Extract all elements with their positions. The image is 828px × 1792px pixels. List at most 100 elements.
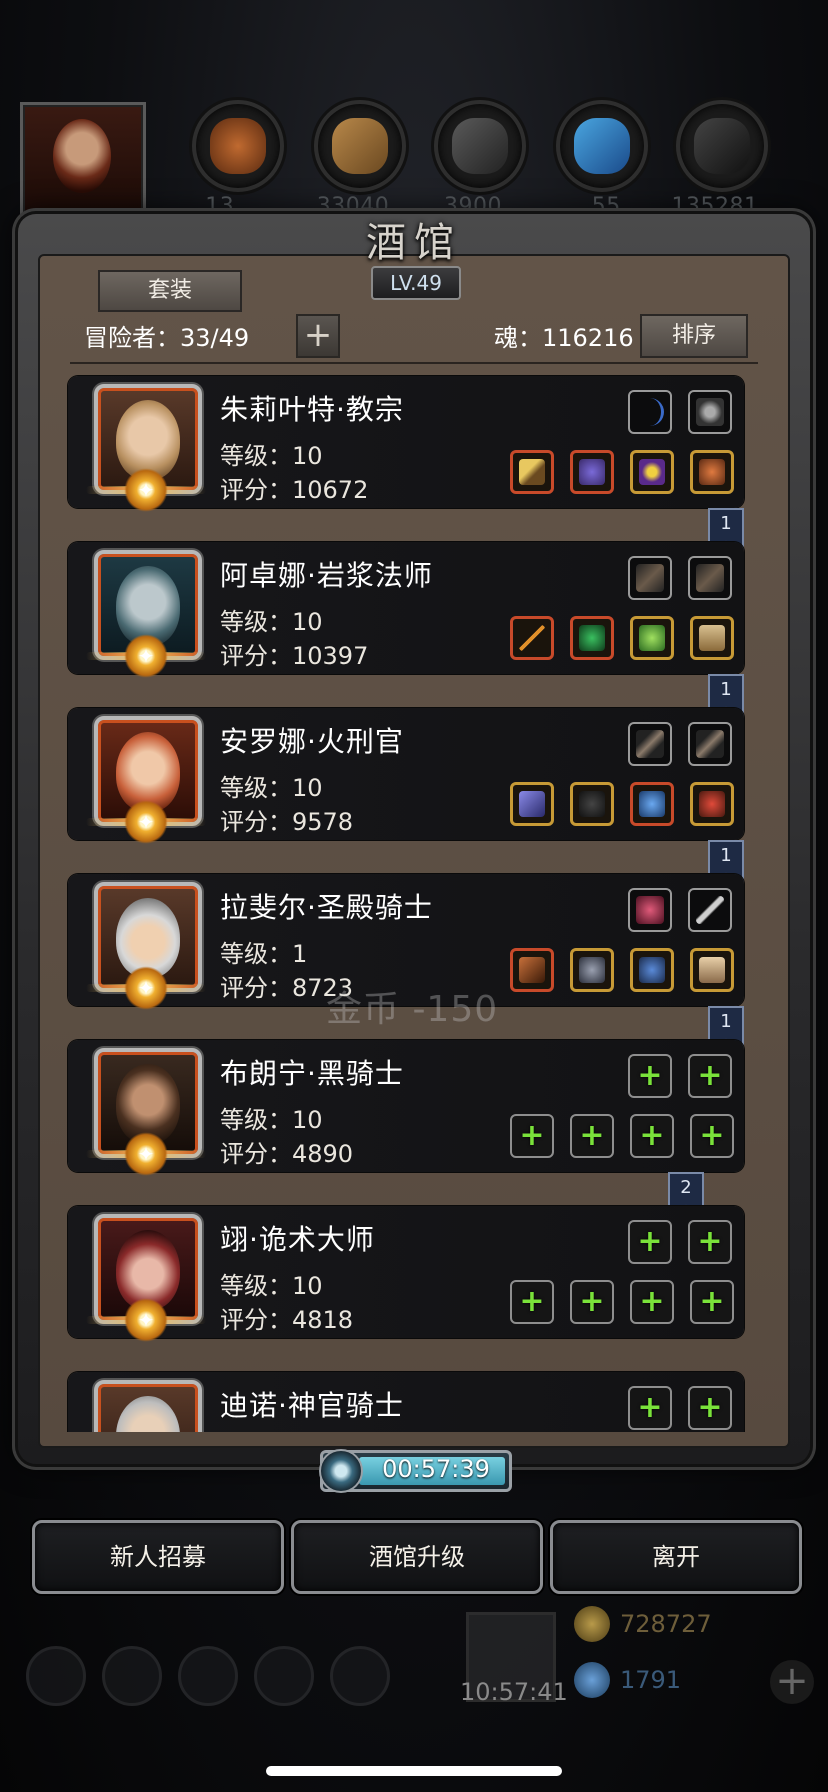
- empty-slot-add-icon[interactable]: +: [690, 1280, 734, 1324]
- gem-amount: 1791: [620, 1666, 682, 1694]
- rank-emblem-icon: ✦: [124, 468, 168, 512]
- ring-slot-icon[interactable]: [630, 616, 674, 660]
- tavern-level-badge: LV.49: [371, 266, 461, 300]
- shield-icon[interactable]: [102, 1646, 162, 1706]
- set-button[interactable]: 套装: [98, 270, 242, 312]
- hero-list[interactable]: ✦ 朱莉叶特·教宗 等级：10 评分：10672 1 ✦ 阿卓娜·岩浆法师 等级…: [56, 372, 756, 1432]
- hero-name: 朱莉叶特·教宗: [220, 393, 404, 426]
- clock-icon: [319, 1449, 363, 1493]
- castle-icon[interactable]: [178, 1646, 238, 1706]
- resource-wood-icon: [192, 100, 284, 192]
- hero-score: 评分：9578: [220, 808, 354, 836]
- ring-slot-icon[interactable]: [630, 782, 674, 826]
- gold-amount: 728727: [620, 1610, 712, 1638]
- empty-weapon-slot-add-icon[interactable]: +: [510, 1114, 554, 1158]
- accessory-slot-dagger-icon[interactable]: [688, 888, 732, 932]
- add-slot-button[interactable]: +: [296, 314, 340, 358]
- hero-name: 翊·诡术大师: [220, 1223, 375, 1256]
- rank-emblem-icon: ✦: [124, 634, 168, 678]
- gold-change-floating-text: 金币 -150: [326, 989, 499, 1030]
- scroll-slot-icon[interactable]: [690, 616, 734, 660]
- armor-slot-chest-icon[interactable]: [570, 782, 614, 826]
- home-indicator[interactable]: [266, 1766, 562, 1776]
- empty-slot-add-icon[interactable]: +: [630, 1114, 674, 1158]
- empty-slot-add-icon[interactable]: +: [688, 1054, 732, 1098]
- accessory-slot-potion-icon[interactable]: [628, 888, 672, 932]
- empty-armor-slot-add-icon[interactable]: +: [570, 1280, 614, 1324]
- ring-slot-icon[interactable]: [630, 450, 674, 494]
- add-currency-icon[interactable]: +: [770, 1660, 814, 1704]
- soul-count: 魂：116216: [494, 324, 634, 352]
- resource-iron-icon: [676, 100, 768, 192]
- empty-slot-add-icon[interactable]: +: [628, 1220, 672, 1264]
- weapon-slot-sword-icon[interactable]: [510, 782, 554, 826]
- empty-slot-add-icon[interactable]: +: [628, 1054, 672, 1098]
- recruit-button[interactable]: 新人招募: [32, 1520, 284, 1594]
- gift-timer: 10:57:41: [460, 1678, 568, 1706]
- rune-slot-icon[interactable]: [690, 948, 734, 992]
- gem-icon: [574, 1662, 610, 1698]
- resource-stone-icon: [434, 100, 526, 192]
- hero-score: 评分：4890: [220, 1140, 354, 1168]
- gold-coin-icon: [574, 1606, 610, 1642]
- resource-crystal-icon: [556, 100, 648, 192]
- empty-armor-slot-add-icon[interactable]: +: [570, 1114, 614, 1158]
- refresh-timer: 00:57:39: [319, 1449, 512, 1493]
- hero-name: 拉斐尔·圣殿骑士: [220, 891, 433, 924]
- hero-card[interactable]: 迪诺·神官骑士 + +: [68, 1372, 744, 1432]
- map-icon[interactable]: [330, 1646, 390, 1706]
- hero-level: 等级：10: [220, 774, 323, 802]
- hero-name: 阿卓娜·岩浆法师: [220, 559, 433, 592]
- mail-icon[interactable]: [254, 1646, 314, 1706]
- hero-score: 评分：10397: [220, 642, 369, 670]
- accessory-slot-bracer-icon[interactable]: [628, 556, 672, 600]
- hero-card[interactable]: ✦ 阿卓娜·岩浆法师 等级：10 评分：10397: [68, 542, 744, 678]
- relic-slot-icon[interactable]: [630, 948, 674, 992]
- armor-slot-helmet-icon[interactable]: [570, 450, 614, 494]
- empty-slot-add-icon[interactable]: +: [630, 1280, 674, 1324]
- hero-card[interactable]: ✦ 布朗宁·黑骑士 等级：10 评分：4890 + + + + + +: [68, 1040, 744, 1176]
- dialog-title: 酒馆: [366, 220, 462, 266]
- accessory-slot-feather-icon[interactable]: [688, 722, 732, 766]
- hero-score: 评分：4818: [220, 1306, 354, 1334]
- hero-level: 等级：10: [220, 1272, 323, 1300]
- empty-slot-add-icon[interactable]: +: [688, 1220, 732, 1264]
- hero-score: 评分：10672: [220, 476, 369, 504]
- accessory-slot-bracer-icon[interactable]: [688, 556, 732, 600]
- hero-card[interactable]: ✦ 安罗娜·火刑官 等级：10 评分：9578: [68, 708, 744, 844]
- accessory-slot-bow-icon[interactable]: [628, 390, 672, 434]
- accessory-slot-feather-icon[interactable]: [628, 722, 672, 766]
- leave-button[interactable]: 离开: [550, 1520, 802, 1594]
- weapon-slot-hammer-icon[interactable]: [510, 450, 554, 494]
- empty-slot-add-icon[interactable]: +: [688, 1386, 732, 1430]
- adventurer-count: 冒险者：33/49: [84, 324, 250, 352]
- hero-name: 迪诺·神官骑士: [220, 1389, 404, 1422]
- rank-emblem-icon: ✦: [124, 1298, 168, 1342]
- resource-planks-icon: [314, 100, 406, 192]
- rank-emblem-icon: ✦: [124, 966, 168, 1010]
- hero-level: 等级：10: [220, 442, 323, 470]
- player-avatar[interactable]: [20, 102, 146, 222]
- settings-icon[interactable]: [26, 1646, 86, 1706]
- hero-name: 安罗娜·火刑官: [220, 725, 404, 758]
- hero-level: 等级：10: [220, 608, 323, 636]
- empty-slot-add-icon[interactable]: +: [690, 1114, 734, 1158]
- weapon-slot-staff-icon[interactable]: [510, 616, 554, 660]
- armor-slot-robe-icon[interactable]: [570, 616, 614, 660]
- sort-button[interactable]: 排序: [640, 314, 748, 358]
- hero-card[interactable]: ✦ 朱莉叶特·教宗 等级：10 评分：10672: [68, 376, 744, 512]
- hero-level: 等级：10: [220, 1106, 323, 1134]
- armor-slot-plate-icon[interactable]: [570, 948, 614, 992]
- weapon-slot-axe-icon[interactable]: [510, 948, 554, 992]
- rank-emblem-icon: ✦: [124, 800, 168, 844]
- divider: [70, 362, 758, 364]
- necklace-slot-icon[interactable]: [690, 450, 734, 494]
- empty-weapon-slot-add-icon[interactable]: +: [510, 1280, 554, 1324]
- hero-card[interactable]: ✦ 翊·诡术大师 等级：10 评分：4818 + + + + + +: [68, 1206, 744, 1342]
- accessory-slot-amulet-icon[interactable]: [688, 390, 732, 434]
- hero-portrait: [94, 1380, 202, 1432]
- upgrade-tavern-button[interactable]: 酒馆升级: [291, 1520, 543, 1594]
- empty-slot-add-icon[interactable]: +: [628, 1386, 672, 1430]
- necklace-slot-icon[interactable]: [690, 782, 734, 826]
- rank-emblem-icon: ✦: [124, 1132, 168, 1176]
